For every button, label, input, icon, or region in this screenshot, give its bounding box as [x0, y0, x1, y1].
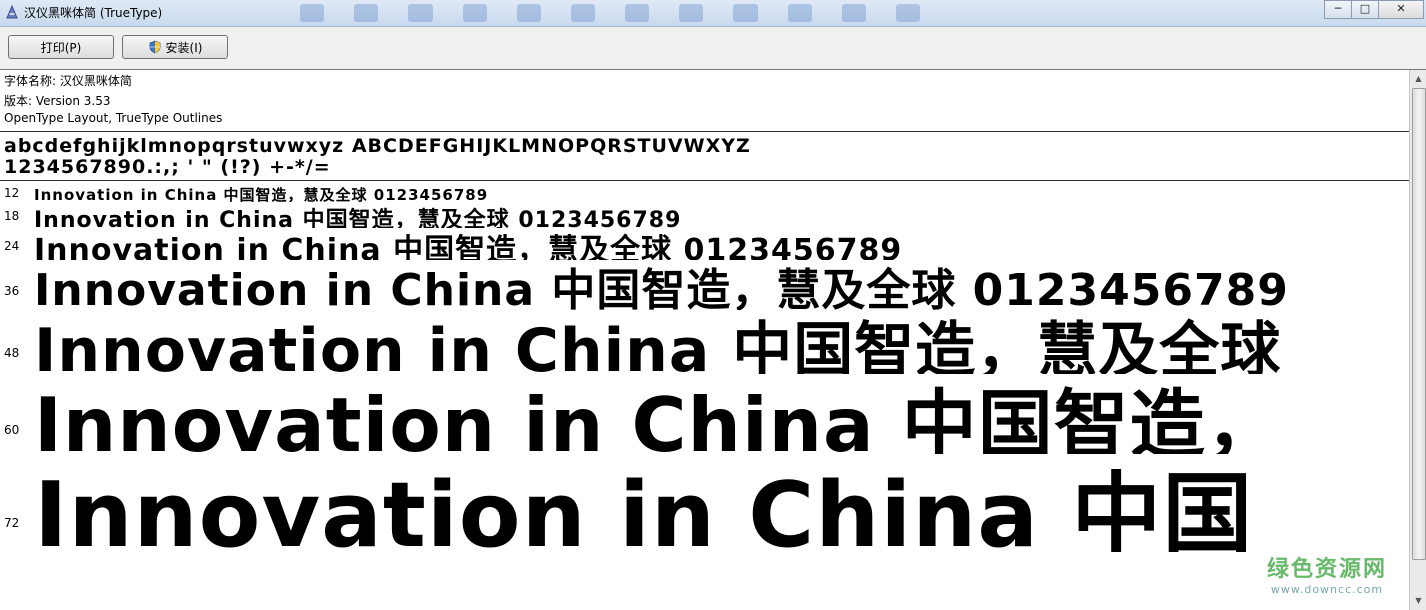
toolbar: 打印(P) 安装(I) — [0, 27, 1426, 70]
font-name-info: 字体名称: 汉仪黑咪体简 — [4, 74, 132, 88]
charset-line-symbols: 1234567890.:,; ' " (!?) +-*/= — [4, 156, 331, 178]
install-button-label: 安装(I) — [165, 40, 203, 55]
divider-top — [0, 131, 1409, 132]
sample-row-36: 36 Innovation in China 中国智造，慧及全球 0123456… — [0, 258, 1409, 310]
sample-row-72: 72 Innovation in China 中国 — [0, 452, 1409, 552]
title-bar[interactable]: 汉仪黑咪体简 (TrueType) ─ □ ✕ — [0, 0, 1426, 27]
vertical-scrollbar[interactable]: ▲ ▼ — [1409, 70, 1426, 610]
sample-text: Innovation in China 中国智造，慧及全球 0123456789 — [34, 233, 903, 260]
sample-text: Innovation in China 中国智造， — [34, 381, 1282, 454]
window-title: 汉仪黑咪体简 (TrueType) — [24, 6, 163, 20]
sample-size-label: 72 — [4, 516, 20, 530]
sample-size-label: 36 — [4, 284, 20, 298]
sample-row-12: 12 Innovation in China 中国智造，慧及全球 0123456… — [0, 184, 1409, 202]
font-app-icon — [6, 4, 18, 19]
close-button[interactable]: ✕ — [1378, 0, 1424, 19]
minimize-button[interactable]: ─ — [1324, 0, 1352, 19]
background-taskbar-ghost — [300, 0, 921, 26]
sample-size-label: 12 — [4, 186, 20, 200]
watermark: 绿色资源网 www.downcc.com — [1267, 551, 1387, 596]
watermark-url: www.downcc.com — [1270, 583, 1384, 596]
scroll-thumb[interactable] — [1412, 88, 1426, 560]
version-info: 版本: Version 3.53 — [4, 94, 111, 108]
sample-size-label: 18 — [4, 209, 20, 223]
sample-row-48: 48 Innovation in China 中国智造，慧及全球 — [0, 308, 1409, 374]
watermark-main: 绿色资源网 — [1266, 557, 1387, 582]
sample-row-60: 60 Innovation in China 中国智造， — [0, 372, 1409, 454]
sample-text: Innovation in China 中国智造，慧及全球 0123456789 — [34, 208, 682, 228]
sample-row-24: 24 Innovation in China 中国智造，慧及全球 0123456… — [0, 226, 1409, 260]
sample-row-18: 18 Innovation in China 中国智造，慧及全球 0123456… — [0, 202, 1409, 228]
maximize-button[interactable]: □ — [1351, 0, 1379, 19]
window-controls: ─ □ ✕ — [1324, 0, 1424, 19]
sample-text: Innovation in China 中国智造，慧及全球 — [34, 316, 1282, 374]
install-button[interactable]: 安装(I) — [122, 35, 228, 59]
font-type-info: OpenType Layout, TrueType Outlines — [4, 111, 223, 125]
sample-size-label: 60 — [4, 423, 20, 437]
sample-size-label: 24 — [4, 239, 20, 253]
sample-text: Innovation in China 中国智造，慧及全球 0123456789 — [34, 265, 1289, 310]
scroll-up-icon[interactable]: ▲ — [1412, 72, 1425, 86]
sample-text: Innovation in China 中国 — [34, 463, 1254, 552]
print-button[interactable]: 打印(P) — [8, 35, 114, 59]
sample-size-label: 48 — [4, 346, 20, 360]
scroll-down-icon[interactable]: ▼ — [1412, 594, 1425, 608]
divider-bottom — [0, 180, 1409, 181]
font-preview-area: 字体名称: 汉仪黑咪体简 版本: Version 3.53 OpenType L… — [0, 70, 1409, 610]
charset-line-letters: abcdefghijklmnopqrstuvwxyz ABCDEFGHIJKLM… — [4, 135, 751, 157]
sample-text: Innovation in China 中国智造，慧及全球 0123456789 — [34, 186, 489, 202]
uac-shield-icon — [149, 40, 160, 54]
print-button-label: 打印(P) — [40, 40, 82, 55]
